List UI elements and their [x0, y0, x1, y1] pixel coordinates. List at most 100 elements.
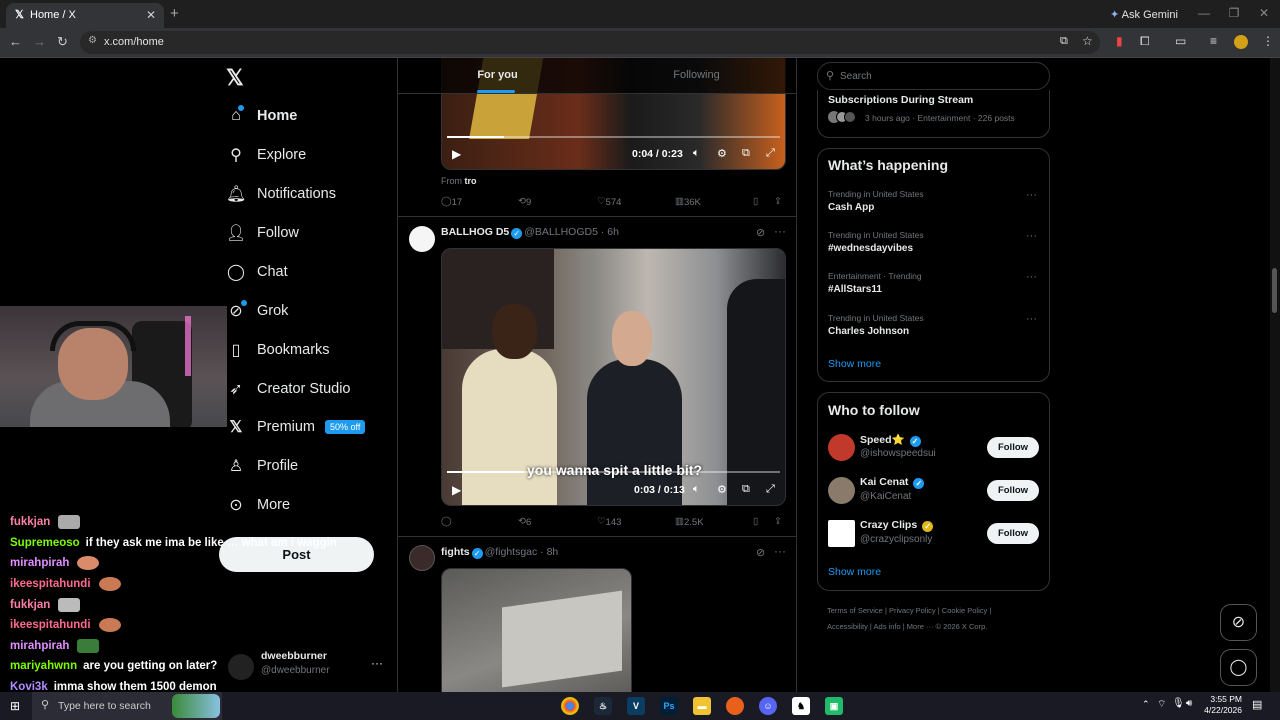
trend-item[interactable]: Charles Johnson	[828, 326, 909, 337]
site-info-icon[interactable]: ⚙	[88, 35, 97, 46]
nav-creator-studio[interactable]: ➶ Creator Studio	[226, 374, 350, 404]
app-icon[interactable]	[726, 697, 744, 715]
user-avatar[interactable]	[828, 520, 855, 547]
windows-start-icon[interactable]: ⊞	[10, 699, 20, 713]
chrome-icon[interactable]	[561, 697, 579, 715]
trend-more-icon[interactable]: ···	[1026, 230, 1037, 242]
tweet-more-icon[interactable]: ···	[774, 224, 786, 238]
footer-link[interactable]: Cookie Policy	[942, 606, 987, 615]
fullscreen-icon[interactable]: ⤢	[766, 483, 775, 496]
search-input[interactable]: ⚲ Search	[817, 62, 1050, 90]
volume-icon[interactable]: 🔈︎	[693, 147, 700, 160]
trends-show-more-link[interactable]: Show more	[828, 358, 881, 370]
tweet-author-handle[interactable]: @BALLHOGD5 · 6h	[524, 226, 619, 238]
menu-icon[interactable]: ⋮	[1262, 34, 1274, 48]
reply-button[interactable]: ◯	[441, 516, 452, 527]
trend-more-icon[interactable]: ···	[1026, 313, 1037, 325]
like-button[interactable]: ♡ 574	[597, 196, 621, 208]
close-window-icon[interactable]: ✕	[1254, 6, 1274, 20]
tab-following[interactable]: Following	[597, 58, 796, 94]
nav-profile[interactable]: ♙ Profile	[226, 451, 298, 481]
pip-icon[interactable]: ⧉	[742, 483, 750, 496]
trend-more-icon[interactable]: ···	[1026, 189, 1037, 201]
trend-item[interactable]: #wednesdayvibes	[828, 243, 913, 254]
reply-button[interactable]: ◯ 17	[441, 196, 462, 208]
taskbar-clock[interactable]: 3:55 PM 4/22/2026	[1198, 694, 1242, 716]
nav-grok[interactable]: ⊘ Grok	[226, 296, 288, 326]
volume-icon[interactable]: 🔈︎	[693, 483, 700, 496]
reload-icon[interactable]: ↻	[57, 34, 68, 50]
tab-for-you[interactable]: For you	[398, 58, 597, 94]
media-controls-icon[interactable]: ≡	[1210, 34, 1217, 48]
tray-chevron-icon[interactable]: ⌃	[1142, 699, 1150, 710]
tab-search-icon[interactable]: ▭	[1175, 34, 1186, 48]
follow-button[interactable]: Follow	[987, 437, 1039, 458]
file-explorer-icon[interactable]: ▬	[693, 697, 711, 715]
tweet-avatar[interactable]	[409, 226, 435, 252]
tweet-author-name[interactable]: BALLHOG D5	[441, 226, 509, 238]
fullscreen-icon[interactable]: ⤢	[766, 147, 775, 160]
notifications-icon[interactable]: ▤	[1252, 698, 1262, 711]
browser-tab[interactable]: 𝕏 Home / X ✕	[6, 3, 164, 28]
nav-bookmarks[interactable]: ▯ Bookmarks	[226, 335, 330, 365]
footer-link[interactable]: Privacy Policy	[889, 606, 936, 615]
tweet-author-handle[interactable]: @fightsgac · 8h	[485, 546, 559, 558]
vegas-icon[interactable]: V	[627, 697, 645, 715]
views-button[interactable]: ▥ 36K	[675, 196, 701, 208]
app-icon[interactable]: ♞	[792, 697, 810, 715]
bookmark-icon[interactable]: ▯	[753, 516, 758, 527]
extension-icon[interactable]: ▮	[1116, 34, 1123, 48]
video-progress-bar[interactable]	[447, 136, 780, 138]
settings-gear-icon[interactable]: ⚙	[717, 483, 727, 496]
mic-icon[interactable]: 🎙︎	[1172, 698, 1185, 709]
bookmark-star-icon[interactable]: ☆	[1082, 34, 1093, 48]
grok-fab-icon[interactable]: ⊘	[1220, 604, 1257, 641]
repost-button[interactable]: ⟲ 6	[518, 516, 531, 528]
page-scrollbar[interactable]	[1270, 58, 1280, 692]
new-tab-icon[interactable]: +	[170, 5, 179, 22]
trend-item[interactable]: #AllStars11	[828, 284, 882, 295]
user-name-row[interactable]: Kai Cenat ✓	[860, 476, 926, 489]
discord-icon[interactable]: ☺	[759, 697, 777, 715]
video-progress-bar[interactable]	[447, 471, 780, 473]
follow-button[interactable]: Follow	[987, 480, 1039, 501]
footer-link[interactable]: Ads info	[874, 622, 901, 631]
user-name-row[interactable]: Speed⭐ ✓	[860, 433, 923, 447]
taskbar-search-input[interactable]: ⚲ Type here to search	[32, 692, 222, 720]
steam-icon[interactable]: ♨	[594, 697, 612, 715]
profile-avatar[interactable]	[1234, 35, 1248, 49]
tab-close-icon[interactable]: ✕	[146, 8, 156, 22]
share-icon[interactable]: ⇪	[774, 196, 782, 207]
trend-more-icon[interactable]: ···	[1026, 271, 1037, 283]
x-logo[interactable]: 𝕏	[226, 65, 244, 91]
trending-news-card[interactable]: Subscriptions During Stream 3 hours ago …	[817, 90, 1050, 138]
restore-icon[interactable]: ❐	[1224, 6, 1244, 20]
tweet-author-name[interactable]: fights	[441, 546, 470, 558]
repost-button[interactable]: ⟲ 9	[518, 196, 531, 208]
url-field[interactable]: ⚙ x.com/home ⧉ ☆	[80, 31, 1100, 54]
trend-item[interactable]: Cash App	[828, 202, 874, 213]
extensions-puzzle-icon[interactable]: ⧠	[1140, 34, 1150, 49]
messages-fab-icon[interactable]: ◯	[1220, 649, 1257, 686]
footer-link[interactable]: Terms of Service	[827, 606, 883, 615]
tweet-avatar[interactable]	[409, 545, 435, 571]
grok-icon[interactable]: ⊘	[756, 546, 765, 559]
play-icon[interactable]: ▶	[452, 147, 461, 161]
video-player[interactable]: you wanna spit a little bit? ▶ 0:03 / 0:…	[441, 248, 786, 506]
nav-home[interactable]: ⌂ Home	[226, 101, 297, 131]
app-icon[interactable]: ▣	[825, 697, 843, 715]
nav-premium[interactable]: 𝕏 Premium 50% off	[226, 412, 366, 442]
network-icon[interactable]: ⌔	[1157, 698, 1166, 711]
nav-explore[interactable]: ⚲ Explore	[226, 140, 306, 170]
follow-button[interactable]: Follow	[987, 523, 1039, 544]
scroll-thumb[interactable]	[1272, 268, 1277, 313]
like-button[interactable]: ♡ 143	[597, 516, 621, 528]
volume-icon[interactable]: 🔊︎	[1186, 698, 1192, 709]
nav-follow[interactable]: 👤︎ Follow	[226, 218, 299, 248]
share-icon[interactable]: ⇪	[774, 516, 782, 527]
photoshop-icon[interactable]: Ps	[660, 697, 678, 715]
tweet-more-icon[interactable]: ···	[774, 544, 786, 558]
nav-chat[interactable]: ◯ Chat	[226, 257, 288, 287]
minimize-icon[interactable]: —	[1194, 6, 1214, 20]
back-icon[interactable]: ←	[9, 34, 22, 49]
